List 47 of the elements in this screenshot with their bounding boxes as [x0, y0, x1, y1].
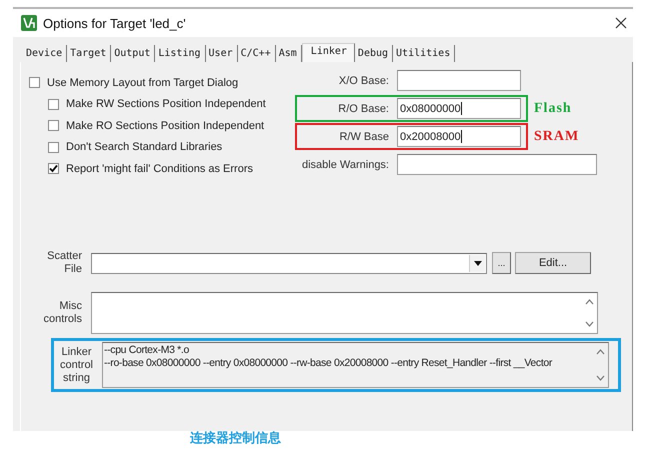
field-label: Misc controls	[42, 300, 83, 326]
checkbox[interactable]	[48, 120, 59, 132]
tab[interactable]: User	[206, 45, 238, 62]
text-area[interactable]	[91, 292, 598, 334]
checkbox-label: Make RO Sections Position Independent	[66, 120, 264, 132]
annotation-label: SRAM	[534, 128, 580, 144]
field-label: R/O Base:	[337, 102, 390, 114]
dropdown-arrow-icon	[474, 260, 482, 266]
tab[interactable]: Linker	[302, 43, 355, 62]
field-label: disable Warnings:	[300, 158, 390, 170]
scroll-down-icon[interactable]	[585, 321, 594, 327]
app-icon	[21, 15, 37, 31]
field-label: X/O Base:	[338, 74, 390, 86]
browse-button[interactable]: ...	[492, 252, 511, 274]
input-field[interactable]: 0x08000000	[397, 98, 521, 119]
checkbox[interactable]	[48, 142, 59, 153]
checkbox[interactable]	[29, 77, 40, 88]
scroll-up-icon[interactable]	[585, 299, 594, 305]
text-line: --ro-base 0x08000000 --entry 0x08000000 --rw-base 0x20008000 --entry Reset_Handler --first __Vector	[104, 357, 554, 370]
input-field[interactable]	[397, 70, 521, 91]
scroll-down-icon[interactable]	[596, 375, 605, 381]
field-label: R/W Base	[338, 130, 390, 142]
field-label: Scatter File	[46, 250, 83, 276]
checkbox[interactable]	[48, 163, 59, 174]
tab[interactable]: Debug	[354, 45, 394, 62]
checkbox-label: Use Memory Layout from Target Dialog	[47, 76, 238, 89]
input-field[interactable]	[397, 154, 597, 175]
field-label: Linker control string	[58, 346, 94, 384]
window-title: Options for Target 'led_c'	[43, 16, 187, 30]
tab[interactable]: Utilities	[393, 45, 456, 62]
tab[interactable]: Listing	[155, 45, 206, 62]
edit-button[interactable]: Edit...	[515, 252, 591, 274]
annotation-label: Flash	[534, 100, 572, 116]
tab[interactable]: Target	[67, 45, 112, 62]
annotation-label: 连接器控制信息	[190, 430, 281, 447]
tab[interactable]: Device	[23, 45, 68, 62]
checkbox-label: Don't Search Standard Libraries	[66, 141, 222, 154]
checkbox-label: Report 'might fail' Conditions as Errors	[66, 162, 253, 175]
input-field[interactable]: 0x20008000	[397, 126, 521, 147]
tab[interactable]: C/C++	[238, 45, 276, 62]
text-line: --cpu Cortex-M3 *.o	[104, 344, 190, 357]
close-icon[interactable]	[615, 17, 627, 29]
tab[interactable]: Output	[111, 45, 156, 62]
checkbox-label: Make RW Sections Position Independent	[66, 98, 266, 110]
scroll-up-icon[interactable]	[596, 349, 605, 355]
dropdown-field[interactable]	[91, 252, 487, 274]
checkbox[interactable]	[48, 98, 59, 110]
